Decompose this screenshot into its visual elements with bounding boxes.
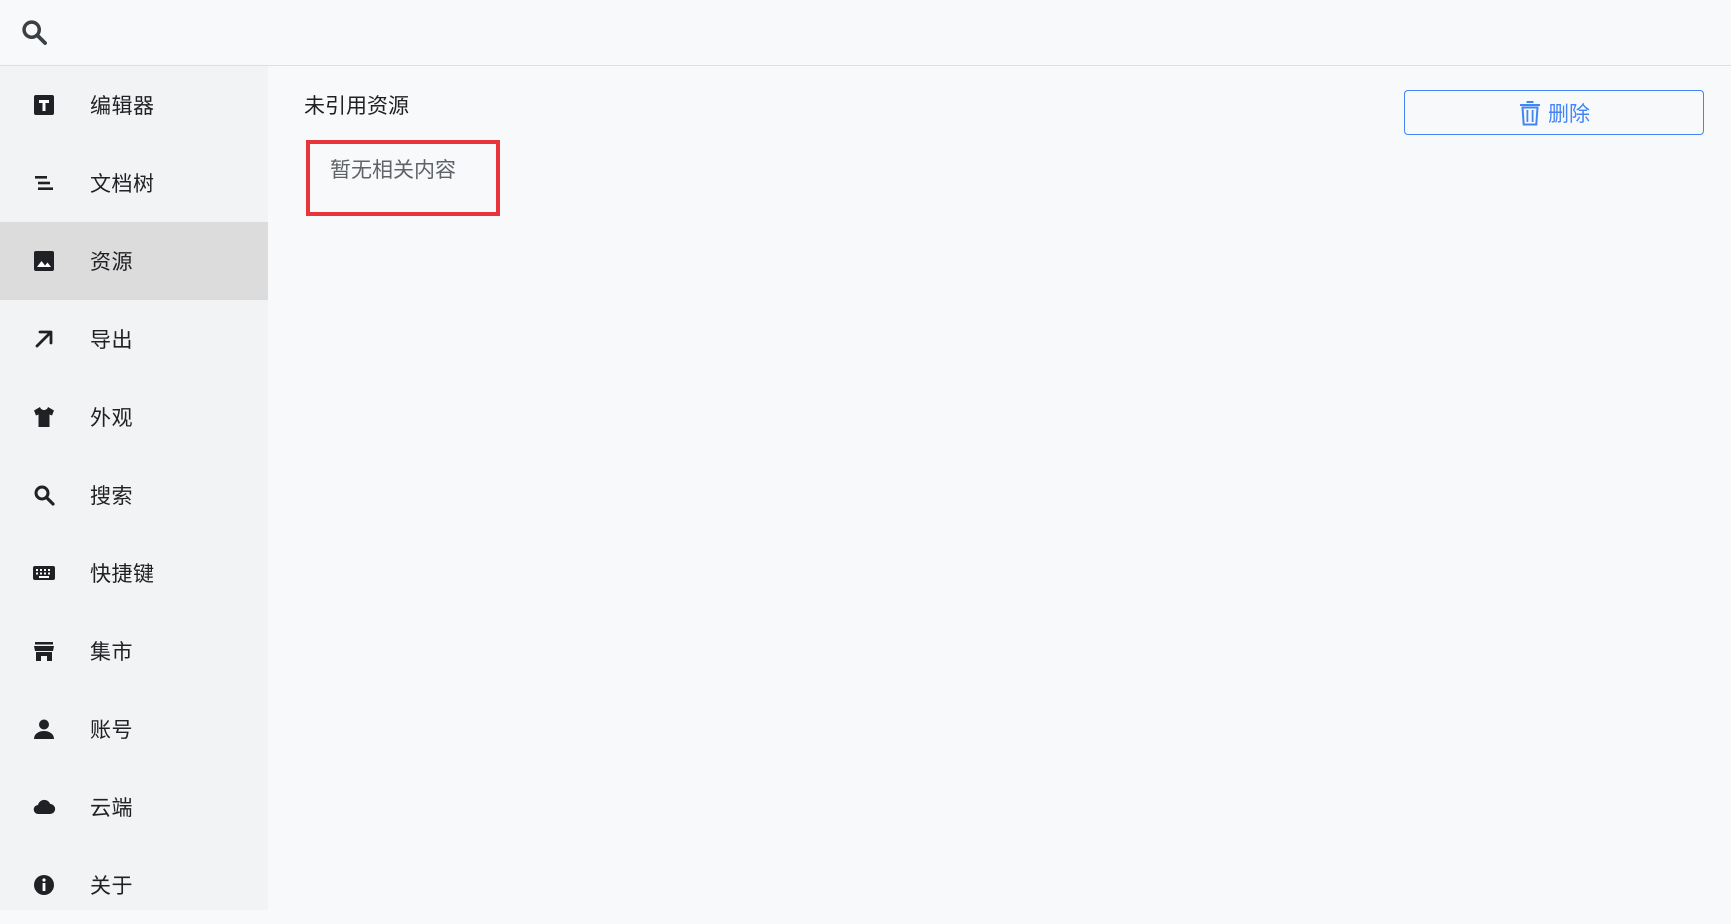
store-icon — [32, 639, 56, 663]
sidebar: 编辑器 文档树 资源 导出 外观 搜索 快捷键 集市 账号 云端 关于 — [0, 66, 268, 910]
shirt-icon — [32, 405, 56, 429]
delete-button-label: 删除 — [1548, 101, 1590, 126]
info-icon — [32, 873, 56, 897]
search-icon[interactable] — [20, 18, 48, 46]
empty-state-text: 暂无相关内容 — [330, 158, 456, 182]
sidebar-item-label: 云端 — [90, 796, 133, 820]
sidebar-item-editor[interactable]: 编辑器 — [0, 66, 268, 144]
sidebar-item-about[interactable]: 关于 — [0, 846, 268, 924]
sidebar-item-label: 搜索 — [90, 484, 133, 508]
text-editor-icon — [32, 93, 56, 117]
sidebar-item-export[interactable]: 导出 — [0, 300, 268, 378]
sidebar-item-label: 编辑器 — [90, 94, 155, 118]
export-arrow-icon — [32, 327, 56, 351]
sidebar-item-label: 快捷键 — [90, 562, 155, 586]
sidebar-item-label: 账号 — [90, 718, 133, 742]
sidebar-item-label: 导出 — [90, 328, 133, 352]
sidebar-item-label: 集市 — [90, 640, 133, 664]
trash-icon — [1518, 100, 1542, 126]
sidebar-item-label: 资源 — [90, 250, 133, 274]
sidebar-item-resources[interactable]: 资源 — [0, 222, 268, 300]
user-icon — [32, 717, 56, 741]
main-panel: 未引用资源 删除 暂无相关内容 — [268, 66, 1731, 910]
cloud-icon — [32, 795, 56, 819]
keyboard-icon — [32, 561, 56, 585]
sidebar-item-account[interactable]: 账号 — [0, 690, 268, 768]
sidebar-item-cloud[interactable]: 云端 — [0, 768, 268, 846]
sidebar-item-shortcuts[interactable]: 快捷键 — [0, 534, 268, 612]
sidebar-item-label: 文档树 — [90, 172, 155, 196]
sidebar-item-marketplace[interactable]: 集市 — [0, 612, 268, 690]
delete-button[interactable]: 删除 — [1404, 90, 1704, 135]
sidebar-item-label: 外观 — [90, 406, 133, 430]
doc-tree-icon — [32, 171, 56, 195]
sidebar-item-doc-tree[interactable]: 文档树 — [0, 144, 268, 222]
sidebar-item-label: 关于 — [90, 874, 133, 898]
image-icon — [32, 249, 56, 273]
empty-state: 暂无相关内容 — [306, 140, 500, 216]
sidebar-item-appearance[interactable]: 外观 — [0, 378, 268, 456]
sidebar-item-search[interactable]: 搜索 — [0, 456, 268, 534]
search-icon — [32, 483, 56, 507]
top-bar — [0, 0, 1731, 66]
section-title: 未引用资源 — [304, 94, 409, 118]
